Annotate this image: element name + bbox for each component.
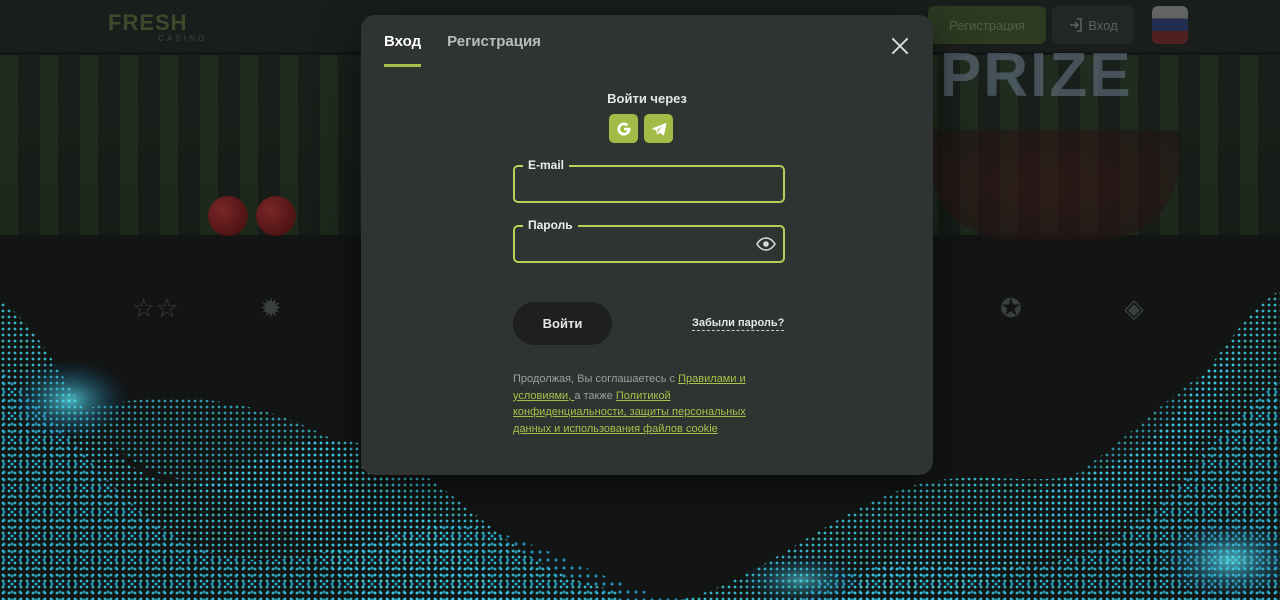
modal-tabs: Вход Регистрация [384, 33, 541, 67]
password-field: Пароль [513, 217, 785, 263]
russian-flag-icon [1152, 6, 1188, 44]
forgot-password-link[interactable]: Забыли пароль? [692, 317, 785, 331]
email-field: E-mail [513, 157, 785, 203]
email-input[interactable] [525, 167, 759, 203]
google-icon [617, 122, 631, 136]
password-input[interactable] [525, 227, 759, 263]
tab-register[interactable]: Регистрация [447, 33, 541, 67]
background-right-banner [930, 130, 1180, 240]
google-login-button[interactable] [609, 114, 638, 143]
login-arrow-icon [1070, 18, 1083, 32]
login-button[interactable]: Войти [513, 302, 612, 345]
social-login-title: Войти через [607, 91, 687, 106]
close-button[interactable] [889, 35, 911, 57]
background-register-button: Регистрация [928, 6, 1046, 44]
cherry-icon [256, 196, 296, 236]
eye-icon[interactable] [756, 235, 776, 253]
legal-middle: а также [574, 389, 616, 402]
legal-notice: Продолжая, Вы соглашаетесь с Правилами и… [513, 371, 773, 437]
social-login-buttons [609, 114, 673, 143]
background-prize-text: PRIZE [940, 41, 1133, 110]
background-logo: FRESH CASINO [108, 10, 208, 43]
background-login-button: Вход [1052, 6, 1134, 44]
legal-prefix: Продолжая, Вы соглашаетесь с [513, 373, 679, 385]
tab-login[interactable]: Вход [384, 33, 422, 67]
cherry-icon [208, 196, 248, 236]
login-modal: Вход Регистрация Войти через E-mail Паро… [361, 15, 933, 475]
telegram-login-button[interactable] [644, 114, 673, 143]
telegram-icon [651, 122, 666, 135]
